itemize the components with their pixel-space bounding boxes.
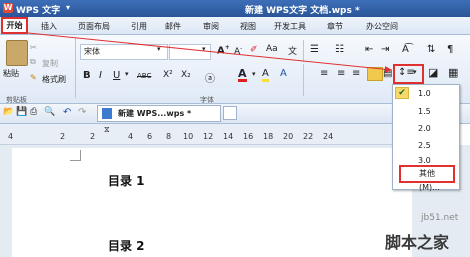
- watermark-site: jb51.net: [421, 213, 459, 223]
- line-spacing-option-1-5[interactable]: 1.5: [418, 107, 431, 116]
- line-spacing-option-2-5[interactable]: 2.5: [418, 141, 431, 150]
- line-spacing-option-1-0[interactable]: 1.0: [418, 89, 431, 98]
- checkmark-icon: ✔: [395, 87, 409, 99]
- arrow-head-icon: [385, 66, 392, 73]
- line-spacing-other-option[interactable]: 其他(M)...: [399, 165, 455, 192]
- line-spacing-option-3-0[interactable]: 3.0: [418, 156, 431, 165]
- watermark-logo: 脚本之家: [385, 233, 450, 252]
- line-spacing-option-2-0[interactable]: 2.0: [418, 124, 431, 133]
- annotation-arrow: [27, 32, 393, 71]
